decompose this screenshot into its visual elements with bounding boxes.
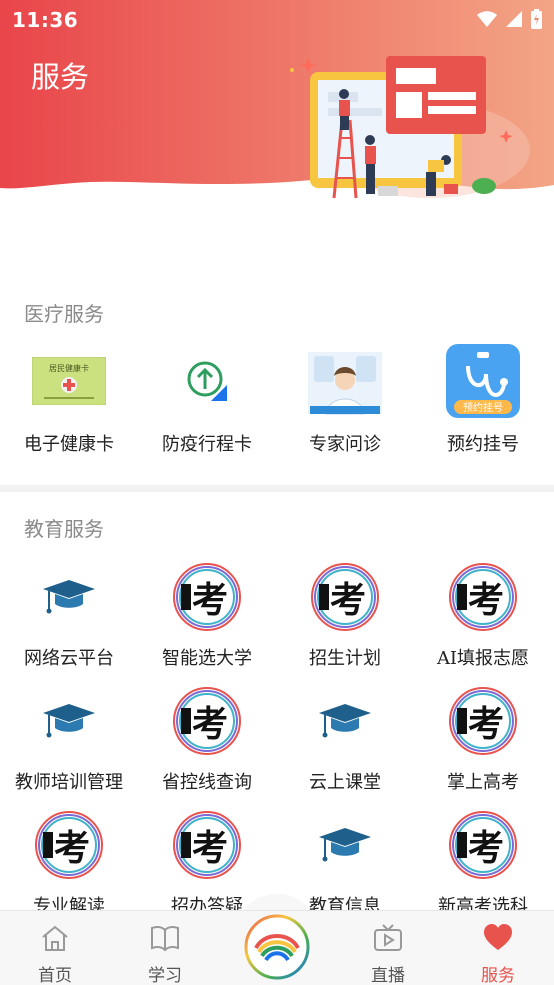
education-grid: 网络云平台考智能选大学考招生计划考 AI填报志愿 教师培训管理考省控线查询 云上课堂考…: [0, 548, 554, 910]
education-item-label: 掌上高考: [447, 772, 519, 793]
exam-logo-icon: 考: [32, 808, 106, 882]
education-item[interactable]: 教育信息: [276, 796, 414, 910]
exam-logo-icon: 考: [308, 560, 382, 634]
education-item[interactable]: 考 AI填报志愿: [414, 548, 552, 669]
health-card-icon: 居民健康卡: [32, 344, 106, 418]
expert-consult-icon: [308, 344, 382, 418]
tab-label: 首页: [38, 966, 72, 985]
medical-section-title: 医疗服务: [24, 302, 104, 326]
svg-text:考: 考: [468, 580, 504, 621]
education-item-label: 招生计划: [309, 648, 381, 669]
tab-label: 直播: [371, 966, 405, 985]
education-item-label: AI填报志愿: [436, 648, 530, 669]
battery-icon: [531, 9, 542, 29]
svg-text:考: 考: [54, 828, 90, 869]
education-item[interactable]: 考招办答疑: [138, 796, 276, 910]
tab-service[interactable]: 服务: [443, 911, 553, 985]
health-card-text: 居民健康卡: [49, 363, 89, 373]
header-banner: 11:36 服务: [0, 0, 554, 240]
education-item[interactable]: 考省控线查询: [138, 672, 276, 793]
education-item-label: 智能选大学: [162, 648, 252, 669]
education-item-label: 网络云平台: [24, 648, 114, 669]
graduation-cap-icon: [32, 560, 106, 634]
education-item-label: 云上课堂: [309, 772, 381, 793]
education-item[interactable]: 网络云平台: [0, 548, 138, 669]
exam-logo-icon: 考: [170, 808, 244, 882]
status-time: 11:36: [12, 8, 79, 32]
medical-item-label: 预约挂号: [447, 434, 519, 455]
center-logo-icon: [244, 914, 310, 980]
service-page: 11:36 服务 医疗服务 居民健康卡 电子健康卡 防疫行程卡 专家问诊 预约挂…: [0, 0, 554, 985]
medical-item-health-card[interactable]: 居民健康卡 电子健康卡: [0, 344, 138, 464]
trip-card-icon: [170, 344, 244, 418]
medical-item-trip-card[interactable]: 防疫行程卡: [138, 344, 276, 464]
page-title: 服务: [31, 60, 90, 94]
medical-item-label: 防疫行程卡: [162, 434, 252, 455]
appointment-badge-text: 预约挂号: [463, 401, 503, 414]
medical-item-expert[interactable]: 专家问诊: [276, 344, 414, 464]
education-item[interactable]: 云上课堂: [276, 672, 414, 793]
education-section-title: 教育服务: [24, 517, 104, 541]
appointment-icon: 预约挂号: [446, 344, 520, 418]
exam-logo-icon: 考: [446, 808, 520, 882]
education-item[interactable]: 考智能选大学: [138, 548, 276, 669]
tab-label: 服务: [481, 966, 515, 985]
svg-text:考: 考: [330, 580, 366, 621]
graduation-cap-icon: [308, 684, 382, 758]
education-item[interactable]: 考掌上高考: [414, 672, 552, 793]
svg-text:考: 考: [192, 704, 228, 745]
medical-item-label: 电子健康卡: [24, 434, 114, 455]
status-icons: [477, 9, 542, 29]
home-icon: [42, 925, 68, 951]
status-bar: 11:36: [0, 0, 554, 38]
wifi-icon: [477, 11, 497, 27]
medical-item-appointment[interactable]: 预约挂号 预约挂号: [414, 344, 552, 464]
education-item[interactable]: 考专业解读: [0, 796, 138, 910]
graduation-cap-icon: [308, 808, 382, 882]
education-item-label: 专业解读: [33, 896, 105, 910]
tab-label: 学习: [148, 966, 182, 985]
exam-logo-icon: 考: [170, 684, 244, 758]
tab-live[interactable]: 直播: [333, 911, 443, 985]
tv-play-icon: [374, 924, 402, 951]
education-item[interactable]: 考新高考选科: [414, 796, 552, 910]
education-item[interactable]: 考招生计划: [276, 548, 414, 669]
tab-study[interactable]: 学习: [110, 911, 220, 985]
medical-grid: 居民健康卡 电子健康卡 防疫行程卡 专家问诊 预约挂号 预约挂号: [0, 344, 554, 464]
heart-icon: [484, 924, 512, 950]
exam-logo-icon: 考: [446, 684, 520, 758]
center-tab-button[interactable]: [244, 914, 310, 980]
svg-text:考: 考: [468, 704, 504, 745]
signal-icon: [506, 11, 522, 27]
exam-logo-icon: 考: [446, 560, 520, 634]
exam-logo-icon: 考: [170, 560, 244, 634]
graduation-cap-icon: [32, 684, 106, 758]
education-item-label: 教师培训管理: [15, 772, 123, 793]
svg-text:考: 考: [192, 580, 228, 621]
book-icon: [151, 925, 179, 952]
medical-item-label: 专家问诊: [309, 434, 381, 455]
svg-text:考: 考: [468, 828, 504, 869]
education-item-label: 省控线查询: [162, 772, 252, 793]
education-item[interactable]: 教师培训管理: [0, 672, 138, 793]
tab-home[interactable]: 首页: [0, 911, 110, 985]
svg-text:考: 考: [192, 828, 228, 869]
section-divider: [0, 485, 554, 492]
education-item-label: 新高考选科: [438, 896, 528, 910]
